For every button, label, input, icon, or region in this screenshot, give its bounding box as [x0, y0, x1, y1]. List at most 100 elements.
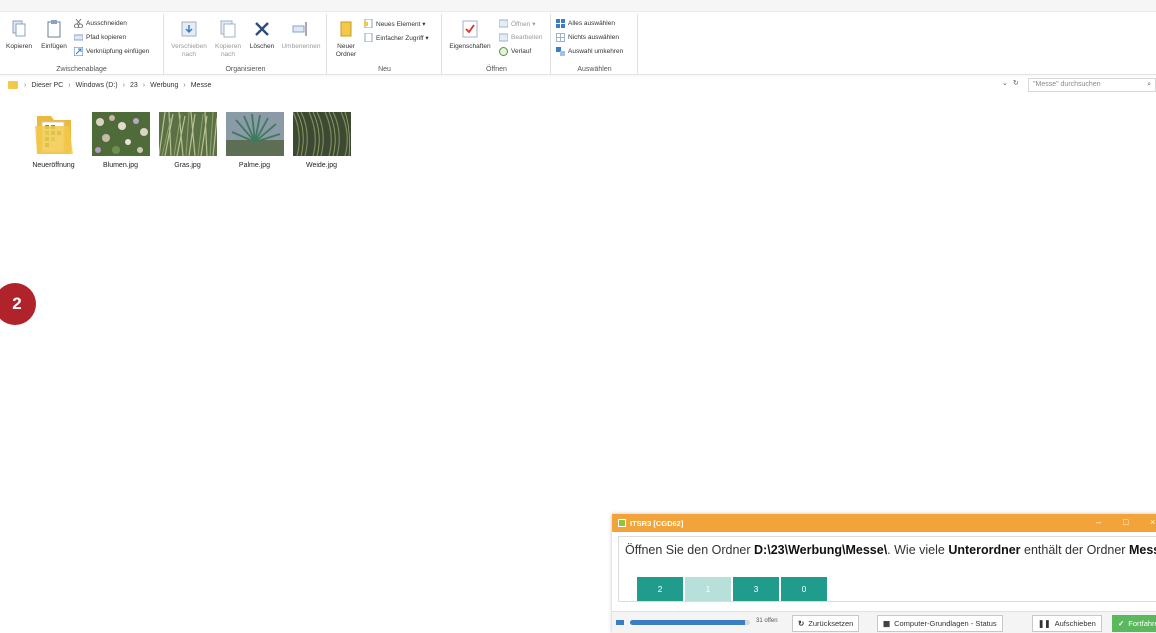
maximize-icon[interactable]: □: [1123, 517, 1128, 527]
edit-icon: [499, 33, 508, 42]
breadcrumb[interactable]: › Dieser PC › Windows (D:) › 23 › Werbun…: [8, 77, 1024, 93]
rename-button[interactable]: Umbenennen: [279, 20, 323, 51]
breadcrumb-item[interactable]: Messe: [191, 82, 212, 89]
new-group-title: Neu: [378, 66, 391, 73]
answer-button[interactable]: 2: [637, 577, 683, 601]
postpone-button[interactable]: ❚❚ Aufschieben: [1032, 615, 1102, 632]
chevron-right-icon: ›: [24, 81, 27, 89]
select-all-button[interactable]: Alles auswählen: [556, 18, 615, 29]
file-item[interactable]: Blumen.jpg: [87, 112, 154, 169]
paste-button[interactable]: Einfügen: [38, 20, 70, 51]
easy-access-button[interactable]: Einfacher Zugriff ▾: [364, 32, 429, 43]
new-group: Neuer Ordner Neues Element ▾ Einfacher Z…: [328, 14, 442, 74]
breadcrumb-item[interactable]: Windows (D:): [76, 82, 118, 89]
new-folder-icon: [340, 21, 352, 37]
dialog-title-bar: ITSR3 [CGD62] – □ ×: [612, 514, 1156, 532]
properties-button[interactable]: Eigenschaften: [445, 20, 495, 51]
clipboard-group-title: Zwischenablage: [56, 66, 107, 73]
dialog-title: ITSR3 [CGD62]: [630, 518, 684, 528]
paste-shortcut-button[interactable]: Verknüpfung einfügen: [74, 46, 149, 57]
ribbon-tabs-strip: [0, 0, 1156, 12]
file-name: Neueröffnung: [32, 162, 75, 169]
pause-icon: ❚❚: [1038, 619, 1051, 628]
search-icon: ⌕: [1147, 81, 1151, 88]
chevron-right-icon: ›: [142, 81, 146, 89]
open-icon: [499, 19, 508, 28]
shortcut-icon: [74, 47, 83, 56]
file-name: Blumen.jpg: [102, 162, 139, 169]
chevron-right-icon: ›: [68, 81, 71, 89]
file-item[interactable]: Gras.jpg: [154, 112, 221, 169]
history-button[interactable]: Verlauf: [499, 46, 531, 57]
folder-icon: [34, 116, 73, 154]
cut-button[interactable]: Ausschneiden: [74, 18, 127, 29]
copy-icon: [12, 20, 26, 37]
invert-selection-icon: [556, 47, 565, 56]
answer-options: 2 1 3 0: [637, 577, 829, 601]
refresh-icon[interactable]: ↻: [1013, 80, 1019, 87]
file-item[interactable]: Palme.jpg: [221, 112, 288, 169]
folder-item[interactable]: Neueröffnung: [20, 112, 87, 169]
step-number-badge: 2: [0, 283, 36, 325]
select-group-title: Auswählen: [577, 66, 612, 73]
select-none-icon: [556, 33, 565, 42]
select-all-icon: [556, 19, 565, 28]
open-group-title: Öffnen: [486, 66, 507, 73]
close-icon[interactable]: ×: [1150, 517, 1155, 527]
address-controls: ⌄ ↻: [1002, 79, 1019, 87]
rename-icon: [292, 22, 307, 36]
edit-button[interactable]: Bearbeiten: [499, 32, 542, 43]
question-panel: Öffnen Sie den Ordner D:\23\Werbung\Mess…: [618, 536, 1156, 602]
task-dialog: ITSR3 [CGD62] – □ × Öffnen Sie den Ordne…: [612, 514, 1156, 633]
delete-button[interactable]: Löschen: [247, 20, 277, 51]
move-to-button[interactable]: Verschieben nach: [169, 20, 209, 59]
invert-selection-button[interactable]: Auswahl umkehren: [556, 46, 623, 57]
file-name: Gras.jpg: [174, 162, 201, 169]
open-button[interactable]: Öffnen ▾: [499, 18, 535, 29]
breadcrumb-item[interactable]: 23: [130, 82, 138, 89]
new-item-button[interactable]: Neues Element ▾: [364, 18, 426, 29]
dialog-footer: 31 offen ↻ Zurücksetzen ▦ Computer-Grundla…: [612, 611, 1156, 633]
grid-icon: ▦: [883, 619, 891, 628]
next-button[interactable]: ✓Fortfahren: [1112, 615, 1156, 632]
breadcrumb-item[interactable]: Werbung: [150, 82, 178, 89]
file-list: Neueröffnung Blumen.jpg Gras.jpg Palme.j…: [20, 112, 355, 169]
copy-to-button[interactable]: Kopieren nach: [211, 20, 245, 59]
move-to-icon: [181, 21, 197, 37]
file-explorer-window: Kopieren Einfügen Ausschneiden Pfad kopi…: [0, 0, 1156, 633]
answer-button[interactable]: 1: [685, 577, 731, 601]
folder-icon: [8, 81, 18, 89]
copy-button[interactable]: Kopieren: [4, 20, 34, 51]
copy-to-icon: [220, 20, 236, 38]
file-name: Weide.jpg: [305, 162, 337, 169]
minimize-icon[interactable]: –: [1096, 517, 1101, 527]
easy-access-icon: [364, 33, 373, 42]
image-thumbnail: [158, 112, 217, 156]
status-button[interactable]: ▦ Computer-Grundlagen - Status: [877, 615, 1003, 632]
select-none-button[interactable]: Nichts auswählen: [556, 32, 619, 43]
answer-button[interactable]: 0: [781, 577, 827, 601]
organize-group-title: Organisieren: [225, 66, 266, 73]
progress-icon: [616, 620, 624, 625]
organize-group: Verschieben nach Kopieren nach Löschen U…: [165, 14, 327, 74]
chevron-right-icon: ›: [183, 81, 186, 89]
ribbon: Kopieren Einfügen Ausschneiden Pfad kopi…: [0, 0, 1156, 75]
app-icon: [618, 519, 626, 527]
copy-path-button[interactable]: Pfad kopieren: [74, 32, 126, 43]
answer-button[interactable]: 3: [733, 577, 779, 601]
delete-x-icon: [255, 22, 269, 36]
file-name: Palme.jpg: [238, 162, 271, 169]
open-count: 31 offen: [756, 618, 778, 624]
file-item[interactable]: Weide.jpg: [288, 112, 355, 169]
history-icon: [499, 47, 508, 56]
breadcrumb-item[interactable]: Dieser PC: [31, 82, 63, 89]
check-icon: ✓: [1118, 619, 1125, 628]
reset-button[interactable]: ↻ Zurücksetzen: [792, 615, 860, 632]
new-folder-button[interactable]: Neuer Ordner: [332, 20, 360, 59]
path-icon: [74, 34, 83, 41]
image-thumbnail: [91, 112, 150, 156]
search-input[interactable]: "Messe" durchsuchen ⌕: [1028, 78, 1156, 92]
history-dropdown-icon[interactable]: ⌄: [1002, 80, 1008, 87]
address-bar: › Dieser PC › Windows (D:) › 23 › Werbun…: [0, 77, 1156, 93]
new-item-icon: [364, 19, 373, 28]
